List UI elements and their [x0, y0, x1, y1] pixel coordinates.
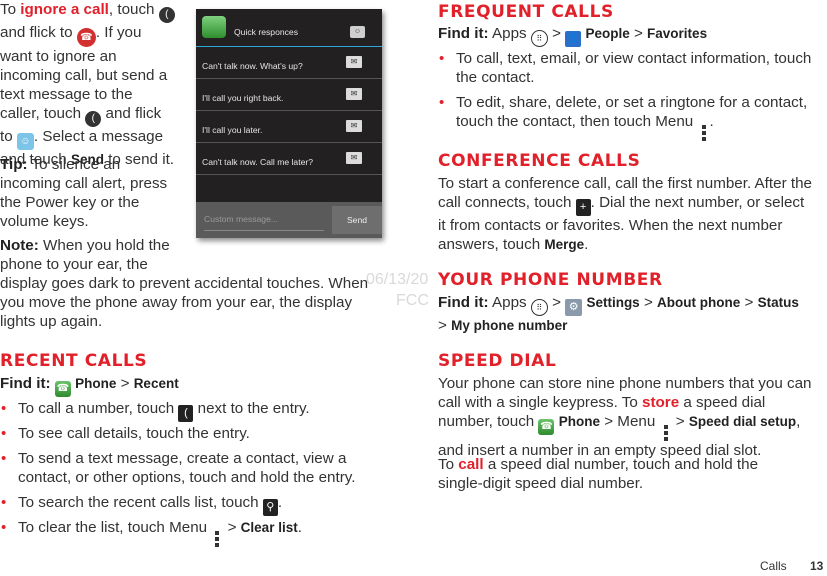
- intro-paragraph: To ignore a call, touch ( and flick to ☎…: [0, 1, 175, 168]
- recent-calls-heading: RECENT CALLS: [0, 351, 148, 371]
- speed-dial-heading: SPEED DIAL: [438, 351, 557, 371]
- note-label: Note:: [0, 237, 39, 254]
- menu-icon: [663, 425, 669, 441]
- list-item: To search the recent calls list, touch ⚲…: [0, 493, 282, 516]
- send-button[interactable]: Send: [332, 206, 382, 234]
- note-paragraph: Note: When you hold the phone to your ea…: [0, 237, 369, 330]
- phone-answer-icon: (: [85, 111, 102, 127]
- watermark-date: 06/13/20: [366, 271, 429, 288]
- conference-calls-paragraph: To start a conference call, call the fir…: [438, 175, 812, 253]
- list-item: To call a number, touch ( next to the en…: [0, 399, 310, 422]
- response-item[interactable]: Can't talk now. What's up? ✉: [196, 47, 382, 79]
- list-item: To clear the list, touch Menu > Clear li…: [0, 518, 302, 547]
- call-term: call: [458, 456, 484, 473]
- your-phone-number-find-it: Find it: Apps ⠿ > ⚙ Settings > About pho…: [438, 294, 799, 334]
- response-item[interactable]: I'll call you right back. ✉: [196, 79, 382, 111]
- phone-app-icon: ☎: [538, 419, 555, 435]
- ignore-call-icon: ☎: [76, 28, 96, 47]
- add-call-icon: +: [575, 199, 591, 216]
- response-item[interactable]: I'll call you later. ✉: [196, 111, 382, 143]
- menu-icon: [701, 125, 707, 141]
- list-item: To see call details, touch the entry.: [0, 424, 250, 443]
- phone-app-icon: [202, 16, 226, 38]
- merge-term: Merge: [544, 237, 585, 252]
- message-reply-icon: ☺: [16, 133, 34, 150]
- send-envelope-icon[interactable]: ✉: [346, 88, 362, 100]
- quick-responses-screenshot: Quick responces ☺ Can't talk now. What's…: [196, 9, 382, 238]
- settings-app-icon: ⚙: [565, 299, 583, 316]
- your-phone-number-heading: YOUR PHONE NUMBER: [438, 270, 663, 290]
- frequent-calls-heading: FREQUENT CALLS: [438, 2, 614, 22]
- speed-dial-paragraph: Your phone can store nine phone numbers …: [438, 375, 812, 459]
- watermark-fcc: FCC: [396, 292, 429, 309]
- footer-section-label: Calls: [760, 559, 787, 573]
- tip-paragraph: Tip: To silence an incoming call alert, …: [0, 156, 168, 230]
- compose-bar: Custom message... Send: [196, 202, 382, 238]
- phone-app-icon: ☎: [54, 381, 71, 397]
- send-envelope-icon[interactable]: ✉: [346, 56, 362, 68]
- store-term: store: [642, 394, 680, 411]
- recent-calls-find-it: Find it: ☎ Phone > Recent: [0, 374, 179, 397]
- custom-message-input[interactable]: Custom message...: [204, 210, 324, 231]
- list-item: To call, text, email, or view contact in…: [438, 49, 827, 87]
- message-bubble-icon: ☺: [350, 26, 365, 38]
- conference-calls-heading: CONFERENCE CALLS: [438, 151, 641, 171]
- send-envelope-icon[interactable]: ✉: [346, 152, 362, 164]
- apps-icon: ⠿: [530, 299, 548, 316]
- phone-answer-icon: (: [158, 7, 175, 23]
- frequent-calls-find-it: Find it: Apps ⠿ > 👤 People > Favorites: [438, 24, 707, 47]
- apps-icon: ⠿: [530, 30, 548, 47]
- speed-dial-call-paragraph: To call a speed dial number, touch and h…: [438, 456, 759, 492]
- menu-icon: [214, 531, 220, 547]
- tip-label: Tip:: [0, 156, 28, 173]
- page-number: 13: [810, 559, 824, 573]
- quick-responses-title: Quick responces: [234, 27, 299, 37]
- send-envelope-icon[interactable]: ✉: [346, 120, 362, 132]
- ignore-call-term: ignore a call: [20, 1, 109, 18]
- response-item[interactable]: Can't talk now. Call me later? ✉: [196, 143, 382, 175]
- list-item: To edit, share, delete, or set a rington…: [438, 93, 827, 141]
- search-icon: ⚲: [262, 499, 278, 516]
- people-app-icon: 👤: [565, 31, 582, 47]
- quick-responses-header: Quick responces ☺: [196, 9, 382, 47]
- list-item: To send a text message, create a contact…: [0, 449, 355, 487]
- call-icon: (: [178, 405, 194, 422]
